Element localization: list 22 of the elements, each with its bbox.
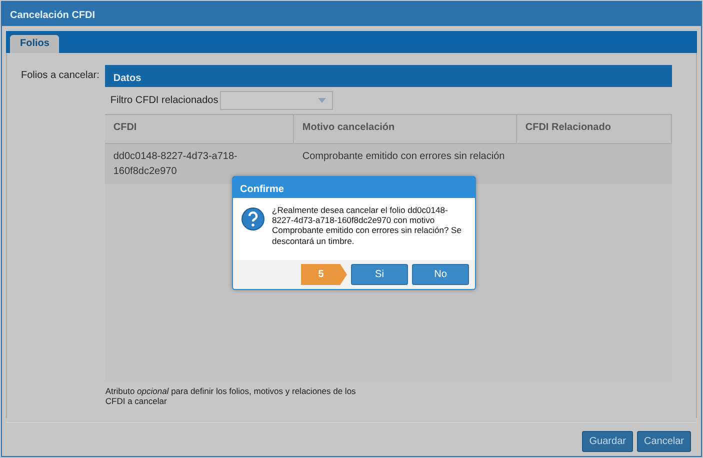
tab[interactable]: Folios: [10, 35, 60, 53]
filter-dropdown[interactable]: [220, 91, 334, 110]
footer-button[interactable]: Cancelar: [636, 431, 691, 452]
countdown-badge: 5: [301, 264, 347, 285]
table-cell-text: dd0c0148-8227-4d73-a718-160f8dc2e970: [112, 150, 238, 179]
column-header: CFDI Relacionado: [517, 115, 672, 143]
table-row[interactable]: dd0c0148-8227-4d73-a718-160f8dc2e970 Comprobante emitido con errores sin relación: [105, 144, 672, 184]
column-header: CFDI: [105, 115, 294, 143]
panel-header: Datos: [105, 65, 672, 87]
dialog-title: Confirme: [233, 177, 475, 198]
field-label: Folios a cancelar:: [21, 69, 100, 83]
column-header: Motivo cancelación: [294, 115, 518, 143]
dialog-button[interactable]: No: [412, 264, 469, 285]
footer-button[interactable]: Guardar: [582, 431, 633, 452]
question-icon: [241, 207, 265, 231]
dialog-message: ¿Realmente desea cancelar el folio dd0c0148-8227-4d73-a718-160f8dc2e970 con motivo Comprobante emitido con errores sin relación? Se descontará un timbre.: [272, 205, 462, 248]
filter-label: Filtro CFDI relacionados: [110, 94, 218, 108]
caret-icon: [318, 98, 326, 103]
hint-text: Atributo opcional para definir los folios, motivos y relaciones de los CFDI a cancelar: [105, 385, 357, 408]
window-title: Cancelación CFDI: [2, 2, 701, 26]
dialog-button[interactable]: Si: [351, 264, 408, 285]
table-cell-text: Comprobante emitido con errores sin relación: [301, 150, 506, 164]
